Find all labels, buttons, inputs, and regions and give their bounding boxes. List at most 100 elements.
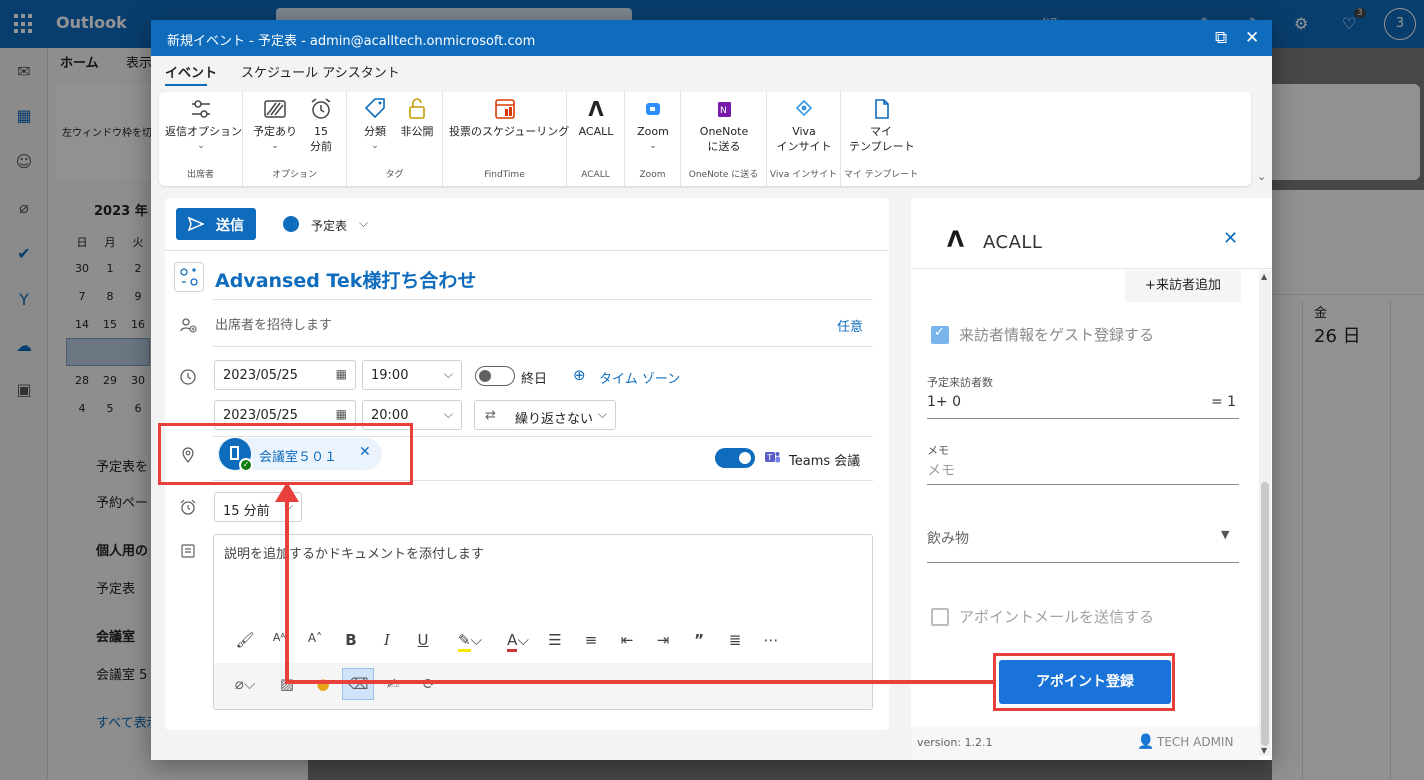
send-appointment-mail-label: アポイントメールを送信する <box>959 608 1155 626</box>
poll-scheduling-button[interactable]: 投票のスケジューリング <box>449 96 569 139</box>
teams-meeting-label: Teams 会議 <box>789 454 861 469</box>
guest-register-checkbox[interactable] <box>931 325 949 344</box>
bullets-icon[interactable]: ☰ <box>544 631 566 649</box>
italic-icon[interactable]: I <box>376 631 398 649</box>
acall-logo-icon: Λ <box>588 97 604 121</box>
insert-toolbar: ⌀⌵ ▨ ● ⌫ ✍ ⟳ <box>214 663 872 709</box>
group-label: Viva インサイト <box>769 170 838 180</box>
add-visitor-button[interactable]: +来訪者追加 <box>1125 270 1241 302</box>
ribbon-group-acall: Λ ACALL ACALL <box>567 92 625 186</box>
numbering-icon[interactable]: ≡ <box>580 631 602 649</box>
send-button[interactable]: 送信 <box>176 208 256 240</box>
viva-insights-button[interactable]: Viva インサイト <box>775 96 833 154</box>
loop-icon[interactable]: ⟳ <box>418 675 440 693</box>
ribbon-group-onenote: N OneNote に送る OneNote に送る <box>681 92 767 186</box>
onenote-label-1: OneNote <box>699 125 749 138</box>
my-templates-button[interactable]: マイ テンプレート <box>849 96 915 154</box>
toggle-knob <box>739 452 751 464</box>
highlight-icon[interactable]: ✎⌵ <box>450 631 490 652</box>
repeat-dropdown[interactable]: ⇄ 繰り返さない ⌵ <box>474 400 616 430</box>
underline-icon[interactable]: U <box>412 631 434 649</box>
emoji-icon[interactable]: ● <box>312 675 334 693</box>
send-label: 送信 <box>216 218 244 234</box>
quote-icon[interactable]: ” <box>688 631 710 649</box>
start-time-field[interactable]: 19:00 ⌵ <box>362 360 462 390</box>
window-titlebar: 新規イベント - 予定表 - admin@acalltech.onmicroso… <box>151 20 1272 56</box>
zoom-label: Zoom <box>637 125 669 138</box>
all-day-toggle[interactable] <box>475 366 515 386</box>
close-icon[interactable]: ✕ <box>1223 228 1238 249</box>
acall-logo-icon: Λ <box>947 228 965 253</box>
zoom-button[interactable]: Zoom ⌄ <box>631 96 675 154</box>
tag-icon <box>364 98 385 119</box>
categorize-button[interactable]: 分類 ⌄ <box>357 96 393 154</box>
input-underline <box>927 484 1239 485</box>
memo-input[interactable]: メモ <box>927 460 955 480</box>
indent-icon[interactable]: ⇥ <box>652 631 674 649</box>
show-as-button[interactable]: 予定あり ⌄ <box>253 96 297 154</box>
dropdown-arrow-icon[interactable]: ▼ <box>1221 528 1229 541</box>
viva-label-2: インサイト <box>776 140 832 153</box>
start-date-value: 2023/05/25 <box>223 368 298 383</box>
scroll-thumb[interactable] <box>1261 482 1269 746</box>
acall-ribbon-button[interactable]: Λ ACALL <box>573 96 619 139</box>
visitor-count-input[interactable]: 1+ 0 <box>927 394 961 410</box>
tab-event[interactable]: イベント <box>165 62 217 81</box>
font-color-icon[interactable]: A⌵ <box>498 631 538 652</box>
formatting-toolbar: 🖌 Aᴬ A˄ B I U ✎⌵ A⌵ ☰ ≡ ⇤ ⇥ ” ≣ ⋯ <box>214 621 872 661</box>
alarm-clock-icon <box>180 499 196 515</box>
calendar-picker-icon: ▦ <box>335 367 347 381</box>
svg-text:N: N <box>720 106 727 116</box>
ribbon-group-tags: 分類 ⌄ 非公開 タグ <box>347 92 443 186</box>
ribbon-group-attendees: 返信オプション ⌄ 出席者 <box>159 92 243 186</box>
drink-select[interactable]: 飲み物 <box>927 528 969 548</box>
teams-meeting-toggle[interactable] <box>715 448 755 468</box>
response-options-button[interactable]: 返信オプション ⌄ <box>165 96 242 154</box>
event-title-input[interactable]: Advansed Tek様打ち合わせ <box>215 266 476 293</box>
teams-icon: T <box>765 452 780 463</box>
attendees-input[interactable]: 出席者を招待します <box>215 314 332 333</box>
group-label: OneNote に送る <box>688 170 759 180</box>
format-painter-icon[interactable]: 🖌 <box>234 631 256 649</box>
scroll-down-icon[interactable]: ▼ <box>1261 746 1267 755</box>
template-label-2: テンプレート <box>849 140 915 153</box>
more-options-icon[interactable]: ⋯ <box>760 631 782 649</box>
eraser-icon[interactable]: ⌫ <box>347 675 369 693</box>
signature-icon[interactable]: ✍ <box>382 675 404 693</box>
group-label: マイ テンプレート <box>843 170 919 180</box>
send-appointment-mail-checkbox[interactable] <box>931 608 949 626</box>
acall-scrollbar[interactable]: ▲ ▼ <box>1259 270 1271 756</box>
zoom-icon <box>646 103 660 115</box>
send-to-onenote-button[interactable]: N OneNote に送る <box>691 96 757 154</box>
align-icon[interactable]: ≣ <box>724 631 746 649</box>
close-icon[interactable]: ✕ <box>1245 28 1259 48</box>
start-date-field[interactable]: 2023/05/25 ▦ <box>214 360 356 390</box>
optional-attendees-link[interactable]: 任意 <box>837 316 863 335</box>
popout-icon[interactable]: ⧉ <box>1215 28 1227 48</box>
end-time-value: 20:00 <box>371 408 409 423</box>
grow-font-icon[interactable]: A˄ <box>304 631 326 645</box>
send-icon <box>188 216 204 232</box>
memo-label: メモ <box>927 444 949 457</box>
ribbon-expand-icon[interactable]: ⌄ <box>1257 170 1266 183</box>
bold-icon[interactable]: B <box>340 631 362 649</box>
tab-scheduling-assistant[interactable]: スケジュール アシスタント <box>241 62 400 81</box>
private-button[interactable]: 非公開 <box>397 96 437 139</box>
chevron-down-icon: ⌄ <box>649 141 657 151</box>
calendar-color-dot <box>283 216 299 232</box>
timezone-link[interactable]: タイム ゾーン <box>599 368 680 387</box>
user-name: TECH ADMIN <box>1157 735 1234 749</box>
event-title-icon <box>174 262 204 292</box>
end-date-value: 2023/05/25 <box>223 408 298 423</box>
group-label: FindTime <box>484 170 525 180</box>
version-label: version: 1.2.1 <box>917 736 993 749</box>
reminder-ribbon-button[interactable]: 15 分前 <box>301 96 341 154</box>
outdent-icon[interactable]: ⇤ <box>616 631 638 649</box>
ribbon-group-options: 予定あり ⌄ 15 分前 オプション <box>243 92 347 186</box>
ribbon-group-viva: Viva インサイト Viva インサイト <box>767 92 841 186</box>
acall-app-name: ACALL <box>983 232 1043 253</box>
scroll-up-icon[interactable]: ▲ <box>1261 272 1267 281</box>
annotation-location-box <box>158 423 413 485</box>
calendar-picker-icon: ▦ <box>335 407 347 421</box>
attach-file-icon[interactable]: ⌀⌵ <box>228 675 262 693</box>
